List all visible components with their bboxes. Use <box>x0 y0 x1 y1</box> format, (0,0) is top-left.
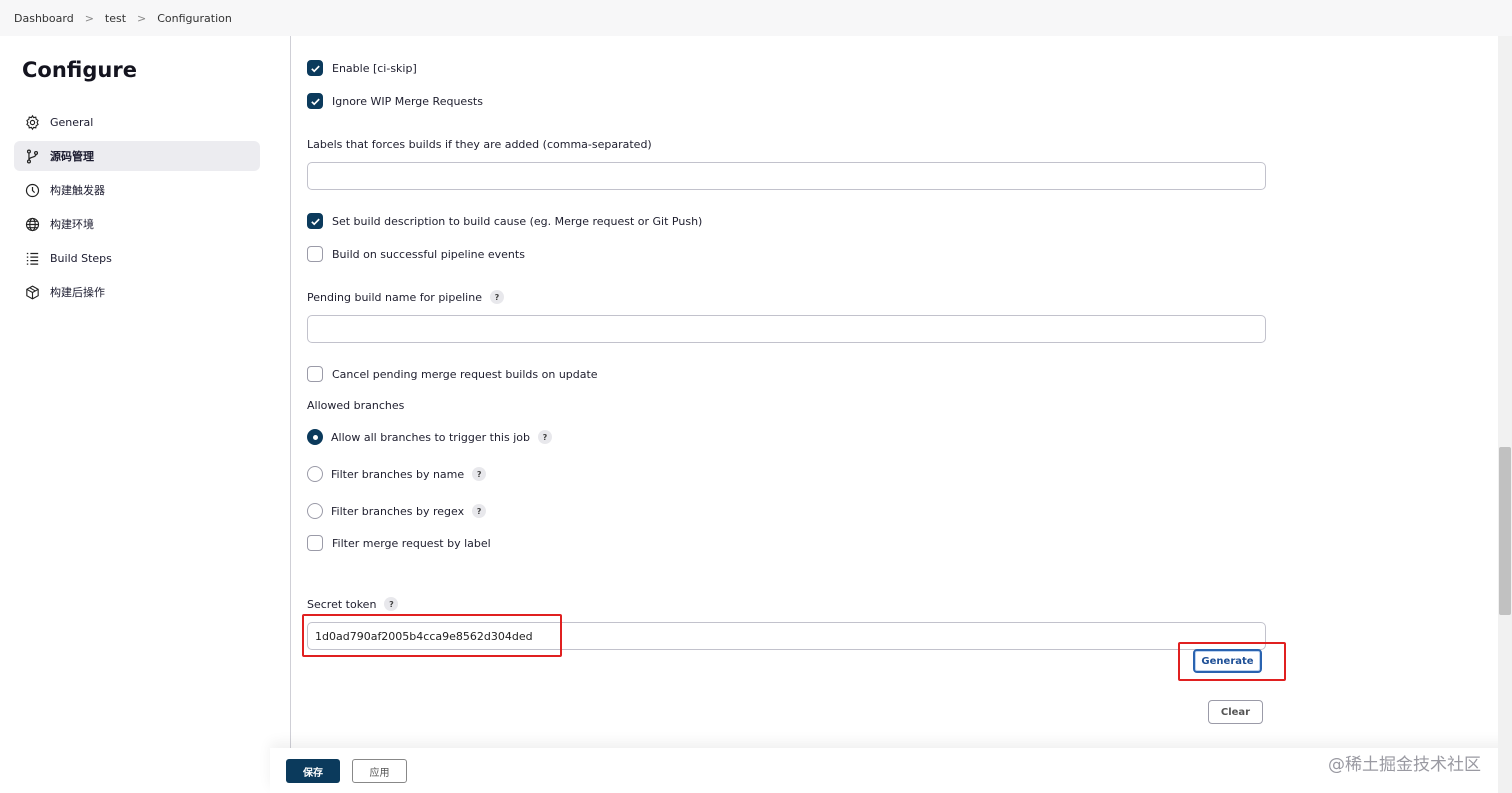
breadcrumb-test[interactable]: test <box>105 12 126 25</box>
filter-by-name-label: Filter branches by name <box>331 467 465 481</box>
scrollbar-thumb[interactable] <box>1499 447 1511 615</box>
sidebar-item-label: Build Steps <box>50 251 112 265</box>
pending-build-name-label: Pending build name for pipeline <box>307 290 482 304</box>
radio-allow-all-row: Allow all branches to trigger this job ? <box>307 429 552 445</box>
sidebar: Configure General 源码管理 构建触发器 构建环境 Build … <box>14 36 260 311</box>
checkmark-icon <box>310 98 320 105</box>
secret-token-label-row: Secret token ? <box>307 597 399 611</box>
checkmark-icon <box>310 218 320 225</box>
allow-all-branches-label: Allow all branches to trigger this job <box>331 430 530 444</box>
sidebar-item-build-steps[interactable]: Build Steps <box>14 243 260 273</box>
filter-by-regex-radio[interactable] <box>307 503 323 519</box>
breadcrumb-dashboard[interactable]: Dashboard <box>14 12 74 25</box>
help-icon[interactable]: ? <box>489 290 504 304</box>
breadcrumb: Dashboard > test > Configuration <box>0 0 1512 36</box>
chevron-right-icon: > <box>137 11 147 25</box>
filter-mr-label-checkbox[interactable] <box>307 535 323 551</box>
radio-filter-regex-row: Filter branches by regex ? <box>307 503 487 519</box>
pending-build-name-label-row: Pending build name for pipeline ? <box>307 290 504 304</box>
sidebar-item-label: 构建后操作 <box>50 286 105 299</box>
save-button[interactable]: 保存 <box>286 759 340 783</box>
sidebar-item-general[interactable]: General <box>14 107 260 137</box>
divider <box>290 36 291 748</box>
sidebar-item-build-environment[interactable]: 构建环境 <box>14 209 260 239</box>
build-on-pipeline-row: Build on successful pipeline events <box>307 246 525 262</box>
filter-mr-label-row: Filter merge request by label <box>307 535 491 551</box>
enable-ci-skip-row: Enable [ci-skip] <box>307 60 417 76</box>
watermark: @稀土掘金技术社区 <box>1328 755 1481 775</box>
chevron-right-icon: > <box>84 11 94 25</box>
cancel-pending-row: Cancel pending merge request builds on u… <box>307 366 598 382</box>
enable-ci-skip-label: Enable [ci-skip] <box>332 61 417 75</box>
set-build-desc-label: Set build description to build cause (eg… <box>332 214 703 228</box>
ignore-wip-label: Ignore WIP Merge Requests <box>332 94 483 108</box>
sidebar-item-label: 构建环境 <box>50 218 94 231</box>
branch-icon <box>24 148 41 165</box>
help-icon[interactable]: ? <box>384 597 399 611</box>
help-icon[interactable]: ? <box>472 504 487 518</box>
pending-build-name-input[interactable] <box>307 315 1266 343</box>
sidebar-item-source-code[interactable]: 源码管理 <box>14 141 260 171</box>
radio-filter-name-row: Filter branches by name ? <box>307 466 487 482</box>
sidebar-item-label: 构建触发器 <box>50 184 105 197</box>
filter-mr-label-label: Filter merge request by label <box>332 536 491 550</box>
page-title: Configure <box>22 58 137 82</box>
secret-token-label: Secret token <box>307 597 377 611</box>
gear-icon <box>24 114 41 131</box>
cancel-pending-label: Cancel pending merge request builds on u… <box>332 367 598 381</box>
apply-button[interactable]: 应用 <box>352 759 407 783</box>
sidebar-item-build-triggers[interactable]: 构建触发器 <box>14 175 260 205</box>
build-on-pipeline-label: Build on successful pipeline events <box>332 247 525 261</box>
filter-by-name-radio[interactable] <box>307 466 323 482</box>
breadcrumb-configuration[interactable]: Configuration <box>157 12 232 25</box>
build-on-pipeline-checkbox[interactable] <box>307 246 323 262</box>
cancel-pending-checkbox[interactable] <box>307 366 323 382</box>
allowed-branches-label: Allowed branches <box>307 399 405 412</box>
filter-by-regex-label: Filter branches by regex <box>331 504 465 518</box>
help-icon[interactable]: ? <box>537 430 552 444</box>
enable-ci-skip-checkbox[interactable] <box>307 60 323 76</box>
help-icon[interactable]: ? <box>472 467 487 481</box>
box-icon <box>24 284 41 301</box>
clear-button[interactable]: Clear <box>1208 700 1263 724</box>
secret-token-input[interactable]: 1d0ad790af2005b4cca9e8562d304ded <box>307 622 1266 650</box>
set-build-desc-checkbox[interactable] <box>307 213 323 229</box>
allow-all-branches-radio[interactable] <box>307 429 323 445</box>
ignore-wip-checkbox[interactable] <box>307 93 323 109</box>
sidebar-item-label: 源码管理 <box>50 150 94 163</box>
generate-button[interactable]: Generate <box>1193 649 1262 673</box>
labels-force-label: Labels that forces builds if they are ad… <box>307 138 652 151</box>
list-icon <box>24 250 41 267</box>
set-build-desc-row: Set build description to build cause (eg… <box>307 213 702 229</box>
labels-force-input[interactable] <box>307 162 1266 190</box>
scrollbar-track[interactable] <box>1498 36 1512 793</box>
bottom-action-bar <box>270 748 1512 793</box>
checkmark-icon <box>310 65 320 72</box>
globe-icon <box>24 216 41 233</box>
sidebar-item-label: General <box>50 115 94 129</box>
sidebar-item-post-build[interactable]: 构建后操作 <box>14 277 260 307</box>
ignore-wip-row: Ignore WIP Merge Requests <box>307 93 483 109</box>
clock-icon <box>24 182 41 199</box>
